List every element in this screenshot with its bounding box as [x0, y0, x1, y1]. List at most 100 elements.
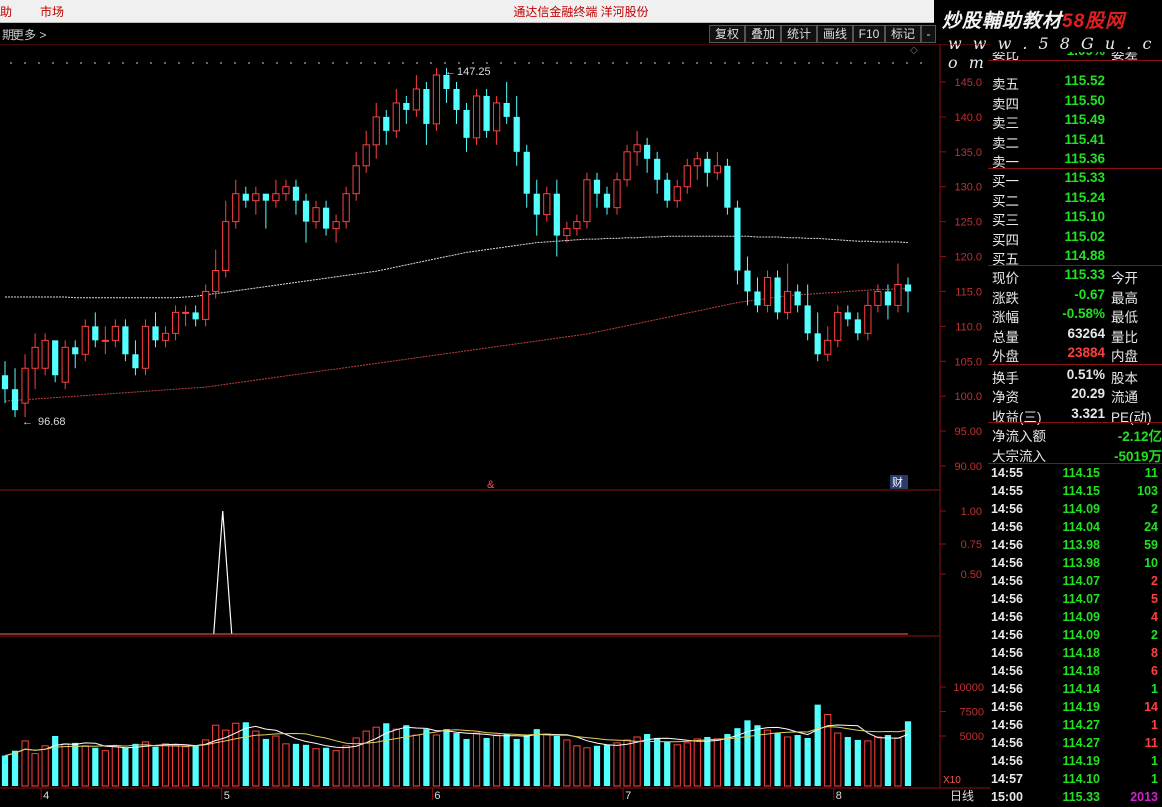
candle-body-up [623, 151, 631, 181]
candle-body-up [543, 193, 551, 216]
candle-body-up [763, 276, 772, 306]
button-tongji[interactable]: 统计 [781, 25, 817, 43]
candle-body-down [603, 193, 611, 208]
tick-volume: 59 [1144, 538, 1158, 552]
volume-bar-down [1, 755, 9, 786]
bid-row-4: 买四 115.02 [988, 228, 1162, 248]
tick-row: 14:56 114.09 4 [988, 609, 1162, 627]
candle-body-down [192, 312, 199, 320]
candle-body-up [212, 270, 220, 292]
candle-body-up [161, 332, 170, 341]
tick-row: 14:57 114.10 1 [988, 771, 1162, 789]
volume-bar-down [844, 736, 851, 786]
volume-bar-up [41, 745, 49, 787]
y-tick-label: 10000 [953, 682, 984, 694]
candle-body-down [152, 326, 159, 341]
stat-row-3-tail: 量比 [1111, 329, 1138, 345]
volume-bar-down [292, 743, 300, 786]
candle-body-up [563, 228, 571, 237]
more-button[interactable]: 更多 > [12, 26, 46, 43]
volume-bar-up [212, 724, 220, 787]
volume-bar-up [81, 745, 89, 787]
y-tick-label: 130.0 [954, 182, 982, 194]
order-diff-label: 委差 [1111, 52, 1138, 60]
ask-row-3-label: 卖三 [992, 116, 1019, 131]
tick-time: 14:56 [991, 502, 1023, 516]
volume-bar-up [61, 743, 69, 787]
volume-bar-down [192, 745, 199, 786]
y-tick-label: 120.0 [954, 252, 982, 264]
tick-time: 14:56 [991, 538, 1023, 552]
candle-body-down [72, 347, 79, 355]
y-tick-label: 7500 [960, 707, 984, 719]
candle-body-up [874, 290, 882, 306]
candle-body-down [122, 326, 129, 355]
stat-row-6-label: 净资 [992, 390, 1019, 405]
volume-bar-up [864, 740, 872, 787]
volume-bar-down [52, 736, 59, 786]
volume-bar-up [834, 732, 842, 787]
volume-bar-down [744, 720, 751, 786]
stat-row-1: 涨跌 -0.67 最高 [988, 286, 1162, 306]
volume-bar-down [11, 750, 19, 786]
stat-row-5-tail: 股本 [1111, 370, 1138, 386]
candle-body-up [111, 325, 119, 341]
y-tick-label: 90.00 [954, 461, 982, 473]
high-annotation: 147.25 [457, 66, 491, 78]
candle-body-down [322, 207, 330, 229]
volume-bar-up [101, 750, 109, 787]
stat-row-2-value: -0.58% [1062, 306, 1105, 321]
stat-row-1-value: -0.67 [1074, 286, 1105, 302]
button-huaxian[interactable]: 画线 [817, 25, 853, 43]
financial-badge[interactable]: 财 [892, 475, 903, 489]
stat-row-1-label: 涨跌 [992, 290, 1019, 306]
period-label[interactable]: 日线 [950, 789, 974, 803]
stat-row-3-value: 63264 [1067, 325, 1105, 341]
button-biaoji[interactable]: 标记 [885, 25, 921, 43]
y-tick-label: 105.0 [954, 356, 982, 368]
volume-bar-down [804, 737, 811, 786]
tick-volume: 6 [1151, 664, 1158, 678]
tick-row: 14:56 114.07 2 [988, 573, 1162, 591]
brand-name-part2: 58股网 [1062, 11, 1126, 32]
button-zi[interactable]: -自 [921, 25, 936, 43]
button-fuquan[interactable]: 复权 [709, 25, 745, 43]
divider [988, 422, 1162, 423]
candle-body-down [593, 179, 601, 194]
brand-name-part1: 炒股輔助教材 [942, 11, 1063, 32]
button-diejia[interactable]: 叠加 [745, 25, 781, 43]
tick-price: 114.27 [1062, 718, 1100, 732]
candle-body-up [864, 304, 872, 334]
stat-row-0-tail: 今开 [1111, 271, 1138, 286]
volume-bar-down [503, 734, 510, 786]
tick-volume: 2013 [1130, 790, 1158, 804]
bid-row-2-label: 买二 [992, 193, 1019, 209]
candle-body-up [432, 74, 441, 125]
volume-bar-down [302, 744, 310, 786]
candle-body-down [52, 340, 59, 376]
volume-bar-down [754, 725, 761, 786]
candle-body-down [463, 109, 470, 138]
tick-time: 14:56 [991, 592, 1023, 606]
x-axis-labels: 4 5 6 7 8 [40, 788, 842, 802]
candle-body-up [232, 193, 240, 223]
ask-row-2-value: 115.41 [1064, 131, 1105, 147]
candle-body-up [583, 179, 591, 223]
tick-row: 14:55 114.15 103 [988, 483, 1162, 501]
stat-row-0-value: 115.33 [1064, 267, 1105, 282]
candle-body-down [814, 333, 821, 355]
volume-bar-up [181, 746, 190, 787]
candle-body-down [453, 88, 460, 110]
button-f10[interactable]: F10 [853, 25, 885, 43]
candle-body-up [683, 165, 691, 188]
candle-body-up [81, 325, 89, 355]
tick-price: 114.27 [1062, 736, 1100, 750]
stat-row-4-label: 外盘 [992, 349, 1019, 364]
tick-row: 14:56 114.19 1 [988, 753, 1162, 771]
event-marker[interactable]: & [487, 479, 495, 491]
candle-body-down [242, 193, 249, 201]
low-annotation-arrow: ← [22, 416, 33, 428]
stat-row-6-value: 20.29 [1071, 386, 1105, 401]
candlestick-series [1, 68, 912, 418]
volume-bar-up [31, 753, 39, 787]
